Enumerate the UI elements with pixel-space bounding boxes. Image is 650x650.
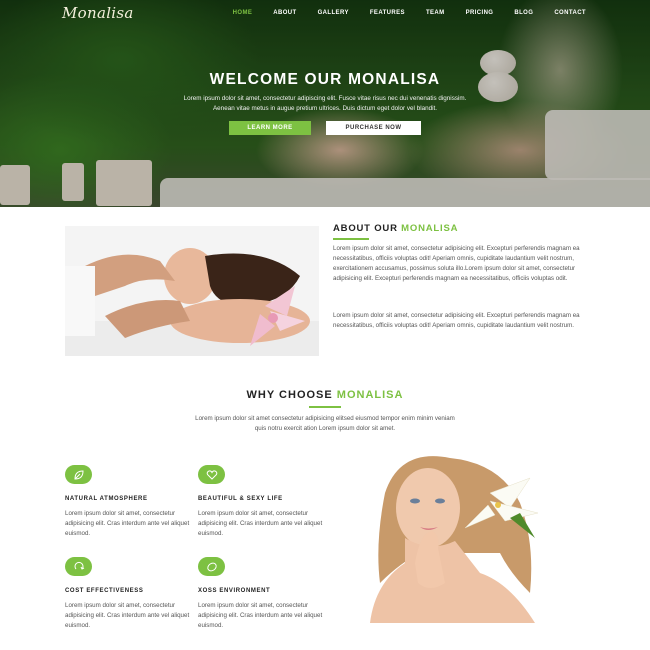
why-description: Lorem ipsum dolor sit amet consectetur a… bbox=[150, 414, 500, 434]
nav-item-gallery[interactable]: GALLERY bbox=[318, 10, 349, 16]
nav-item-features[interactable]: FEATURES bbox=[370, 10, 405, 16]
woman-with-lily-illustration bbox=[360, 453, 585, 623]
why-title-highlight: MONALISA bbox=[336, 389, 404, 401]
feature-text: Lorem ipsum dolor sit amet, consectetur … bbox=[65, 602, 190, 629]
about-title-prefix: ABOUT OUR bbox=[333, 223, 402, 234]
about-paragraph-2: Lorem ipsum dolor sit amet, consectetur … bbox=[333, 312, 580, 329]
why-title-prefix: WHY CHOOSE bbox=[246, 389, 337, 401]
feature-xoss-environment: XOSS ENVIRONMENT Lorem ipsum dolor sit a… bbox=[198, 557, 323, 631]
about-massage-image bbox=[65, 226, 319, 356]
hero-description: Lorem ipsum dolor sit amet, consectetur … bbox=[135, 94, 515, 114]
feature-title: BEAUTIFUL & SEXY LIFE bbox=[198, 496, 283, 502]
nav-item-team[interactable]: TEAM bbox=[426, 10, 445, 16]
nav-item-contact[interactable]: CONTACT bbox=[554, 10, 586, 16]
about-paragraph-1: Lorem ipsum dolor sit amet, consectetur … bbox=[333, 245, 580, 282]
feature-text: Lorem ipsum dolor sit amet, consectetur … bbox=[65, 510, 190, 537]
feature-title: NATURAL ATMOSPHERE bbox=[65, 496, 148, 502]
purchase-now-button[interactable]: PURCHASE NOW bbox=[326, 121, 421, 135]
feature-beautiful-life: BEAUTIFUL & SEXY LIFE Lorem ipsum dolor … bbox=[198, 465, 323, 539]
feature-text: Lorem ipsum dolor sit amet, consectetur … bbox=[198, 602, 323, 629]
about-title-underline bbox=[333, 238, 369, 240]
hero-section: Monalisa HOME ABOUT GALLERY FEATURES TEA… bbox=[0, 0, 650, 207]
hero-title: WELCOME OUR MONALISA bbox=[209, 71, 441, 88]
lemon-icon bbox=[198, 557, 225, 576]
feature-natural-atmosphere: NATURAL ATMOSPHERE Lorem ipsum dolor sit… bbox=[65, 465, 190, 539]
recycle-icon bbox=[65, 557, 92, 576]
nav-item-pricing[interactable]: PRICING bbox=[466, 10, 494, 16]
hero-text-line: Aenean vitae metus in augue pretium ultr… bbox=[212, 105, 437, 112]
feature-cost-effectiveness: COST EFFECTIVENESS Lorem ipsum dolor sit… bbox=[65, 557, 190, 631]
main-menu: HOME ABOUT GALLERY FEATURES TEAM PRICING… bbox=[212, 10, 586, 16]
feature-title: XOSS ENVIRONMENT bbox=[198, 588, 271, 594]
nav-item-home[interactable]: HOME bbox=[233, 10, 253, 16]
why-text-line: quis notru exercit ation Lorem ipsum dol… bbox=[254, 425, 396, 432]
feature-text: Lorem ipsum dolor sit amet, consectetur … bbox=[198, 510, 323, 537]
leaf-icon bbox=[65, 465, 92, 484]
hero-text-line: Lorem ipsum dolor sit amet, consectetur … bbox=[183, 95, 467, 102]
site-logo[interactable]: Monalisa bbox=[62, 4, 134, 22]
woman-portrait-image bbox=[360, 453, 585, 623]
about-title-highlight: MONALISA bbox=[401, 223, 459, 234]
why-title: WHY CHOOSE MONALISA bbox=[0, 389, 650, 401]
why-title-underline bbox=[309, 406, 341, 408]
feature-title: COST EFFECTIVENESS bbox=[65, 588, 144, 594]
why-text-line: Lorem ipsum dolor sit amet consectetur a… bbox=[195, 415, 455, 422]
about-title: ABOUT OUR MONALISA bbox=[333, 223, 458, 234]
top-nav: Monalisa HOME ABOUT GALLERY FEATURES TEA… bbox=[0, 0, 650, 28]
massage-photo-illustration bbox=[65, 226, 319, 356]
nav-item-blog[interactable]: BLOG bbox=[514, 10, 533, 16]
heart-icon bbox=[198, 465, 225, 484]
nav-item-about[interactable]: ABOUT bbox=[273, 10, 296, 16]
learn-more-button[interactable]: LEARN MORE bbox=[229, 121, 311, 135]
